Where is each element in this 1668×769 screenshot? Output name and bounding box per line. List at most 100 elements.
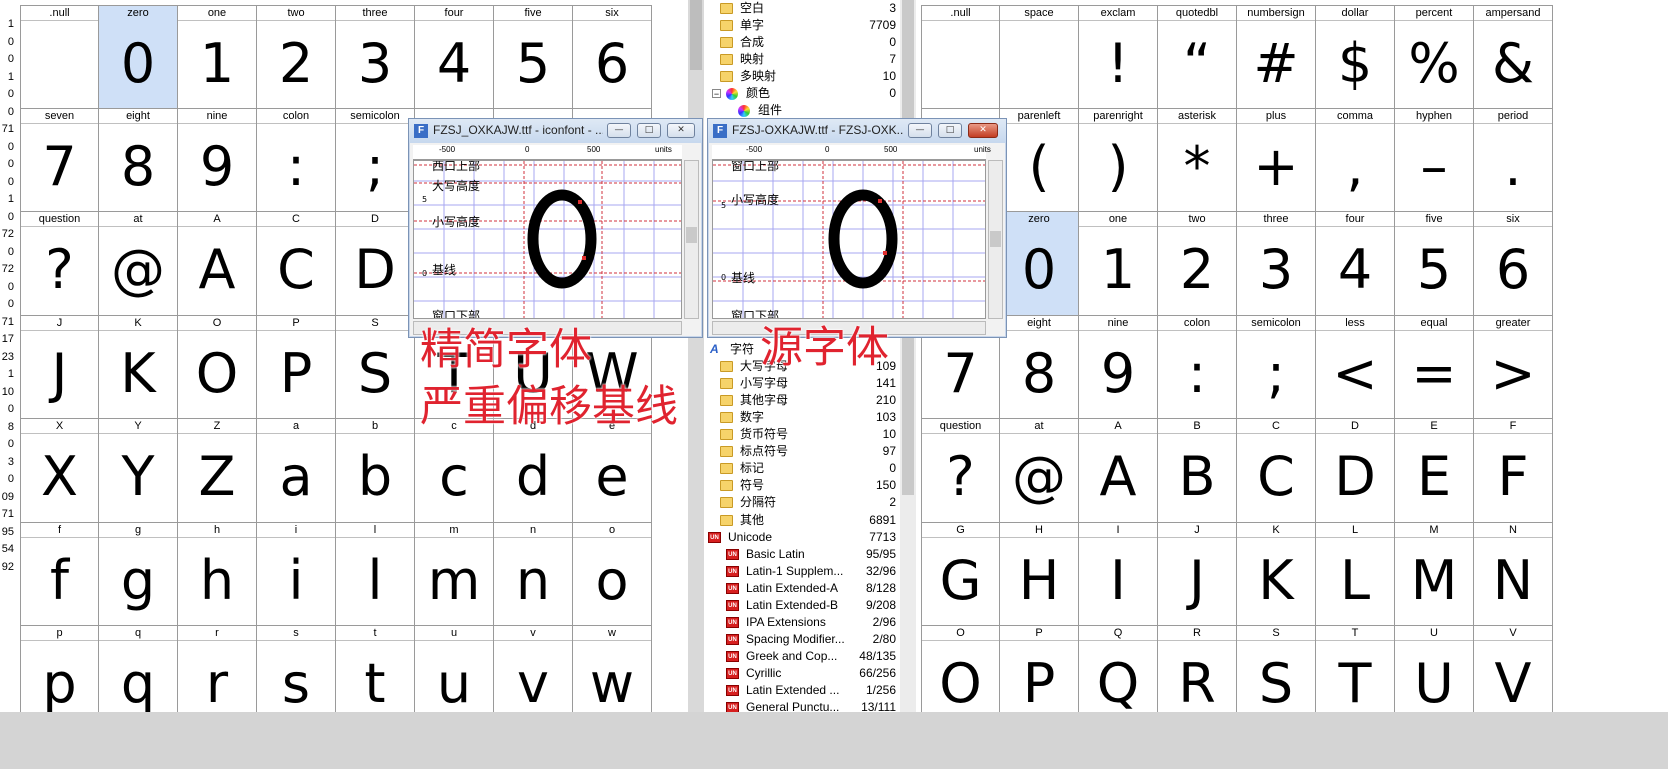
glyph-editor-window-source[interactable]: F FZSJ-OXKAJW.ttf - FZSJ-OXK... — □ ✕ -5…: [707, 118, 1007, 338]
tree-item[interactable]: UN Latin Extended ... 1/256: [706, 682, 902, 699]
glyph-cell[interactable]: semicolon;: [1237, 315, 1316, 419]
glyph-cell[interactable]: bb: [336, 419, 415, 523]
close-button[interactable]: ✕: [667, 123, 695, 138]
tree-item[interactable]: 标点符号 97: [706, 443, 902, 460]
window-titlebar[interactable]: F FZSJ-OXKAJW.ttf - FZSJ-OXK... — □ ✕: [708, 119, 1006, 143]
glyph-cell[interactable]: gg: [99, 522, 178, 626]
glyph-cell[interactable]: oo: [573, 522, 652, 626]
glyph-cell[interactable]: nine 9: [178, 108, 257, 212]
tree-scrollbar[interactable]: [900, 0, 916, 712]
glyph-cell[interactable]: equal =: [1395, 315, 1474, 419]
tree-item[interactable]: 空白 3: [706, 0, 902, 17]
glyph-cell[interactable]: colon:: [1158, 315, 1237, 419]
glyph-cell[interactable]: three 3: [336, 5, 415, 109]
scrollbar-thumb[interactable]: [686, 227, 697, 243]
glyph-cell[interactable]: ff: [20, 522, 99, 626]
glyph-cell[interactable]: parenright): [1079, 108, 1158, 212]
glyph-cell[interactable]: BB: [1158, 419, 1237, 523]
glyph-cell[interactable]: II: [1079, 522, 1158, 626]
glyph-cell[interactable]: one 1: [1079, 212, 1158, 316]
glyph-cell[interactable]: KK: [1237, 522, 1316, 626]
glyph-cell[interactable]: XX: [20, 419, 99, 523]
tree-item[interactable]: 映射 7: [706, 51, 902, 68]
vertical-scrollbar[interactable]: [684, 160, 699, 319]
glyph-cell[interactable]: GG: [921, 522, 1000, 626]
minimize-button[interactable]: —: [908, 123, 932, 138]
glyph-cell[interactable]: at @: [99, 212, 178, 316]
tree-item[interactable]: UN Spacing Modifier... 2/80: [706, 631, 902, 648]
glyph-cell[interactable]: nine 9: [1079, 315, 1158, 419]
glyph-cell[interactable]: plus +: [1237, 108, 1316, 212]
glyph-cell[interactable]: mm: [415, 522, 494, 626]
glyph-cell[interactable]: ii: [257, 522, 336, 626]
glyph-cell[interactable]: comma,: [1316, 108, 1395, 212]
glyph-cell[interactable]: six 6: [1474, 212, 1553, 316]
glyph-cell[interactable]: ll: [336, 522, 415, 626]
glyph-cell[interactable]: at @: [1000, 419, 1079, 523]
glyph-cell[interactable]: HH: [1000, 522, 1079, 626]
vertical-scrollbar[interactable]: [988, 160, 1003, 319]
maximize-button[interactable]: □: [938, 123, 962, 138]
tree-item[interactable]: 货币符号 10: [706, 426, 902, 443]
tree-item[interactable]: 其他 6891: [706, 512, 902, 529]
glyph-cell[interactable]: FF: [1474, 419, 1553, 523]
glyph-cell[interactable]: four 4: [1316, 212, 1395, 316]
glyph-cell[interactable]: MM: [1395, 522, 1474, 626]
tree-item[interactable]: UN Latin Extended-B 9/208: [706, 597, 902, 614]
glyph-cell[interactable]: two 2: [257, 5, 336, 109]
glyph-cell[interactable]: DD: [1316, 419, 1395, 523]
glyph-cell[interactable]: space: [1000, 5, 1079, 109]
glyph-cell[interactable]: percent%: [1395, 5, 1474, 109]
glyph-cell[interactable]: JJ: [1158, 522, 1237, 626]
collapse-toggle-icon[interactable]: −: [712, 89, 721, 99]
glyph-cell[interactable]: hyphen –: [1395, 108, 1474, 212]
glyph-cell[interactable]: cc: [415, 419, 494, 523]
glyph-cell[interactable]: aa: [257, 419, 336, 523]
glyph-cell[interactable]: dollar $: [1316, 5, 1395, 109]
tree-item[interactable]: 符号 150: [706, 477, 902, 494]
glyph-cell[interactable]: LL: [1316, 522, 1395, 626]
glyph-cell[interactable]: DD: [336, 212, 415, 316]
glyph-edit-canvas[interactable]: 西口上部 大写高度 小写高度 基线 窗口下部 5 0: [413, 160, 682, 319]
glyph-cell[interactable]: PP: [257, 315, 336, 419]
glyph-cell[interactable]: JJ: [20, 315, 99, 419]
glyph-cell[interactable]: eight 8: [1000, 315, 1079, 419]
tree-item[interactable]: UN IPA Extensions 2/96: [706, 614, 902, 631]
glyph-cell[interactable]: zero 0: [99, 5, 178, 109]
glyph-cell[interactable]: less <: [1316, 315, 1395, 419]
tree-item[interactable]: 组件: [706, 102, 902, 119]
tree-item[interactable]: 单字 7709: [706, 17, 902, 34]
glyph-cell[interactable]: EE: [1395, 419, 1474, 523]
tree-item[interactable]: 数字 103: [706, 409, 902, 426]
glyph-cell[interactable]: hh: [178, 522, 257, 626]
close-button[interactable]: ✕: [968, 123, 998, 138]
minimize-button[interactable]: —: [607, 123, 631, 138]
glyph-cell[interactable]: period.: [1474, 108, 1553, 212]
tree-item[interactable]: 其他字母 210: [706, 392, 902, 409]
glyph-cell[interactable]: exclam!: [1079, 5, 1158, 109]
glyph-cell[interactable]: semicolon;: [336, 108, 415, 212]
glyph-cell[interactable]: numbersign #: [1237, 5, 1316, 109]
glyph-cell[interactable]: dd: [494, 419, 573, 523]
glyph-cell[interactable]: three 3: [1237, 212, 1316, 316]
window-titlebar[interactable]: F FZSJ_OXKAJW.ttf - iconfont - ... — □ ✕: [409, 119, 702, 143]
tree-item[interactable]: UN Basic Latin 95/95: [706, 546, 902, 563]
glyph-cell[interactable]: NN: [1474, 522, 1553, 626]
glyph-edit-canvas[interactable]: 窗口上部 小写高度 基线 窗口下部 5 0: [712, 160, 986, 319]
glyph-cell[interactable]: seven 7: [20, 108, 99, 212]
glyph-cell[interactable]: question?: [20, 212, 99, 316]
tree-item[interactable]: 合成 0: [706, 34, 902, 51]
glyph-cell[interactable]: CC: [1237, 419, 1316, 523]
tree-item[interactable]: UN Cyrillic 66/256: [706, 665, 902, 682]
glyph-cell[interactable]: AA: [1079, 419, 1158, 523]
glyph-cell[interactable]: AA: [178, 212, 257, 316]
glyph-cell[interactable]: .null: [20, 5, 99, 109]
glyph-cell[interactable]: parenleft (: [1000, 108, 1079, 212]
glyph-cell[interactable]: one 1: [178, 5, 257, 109]
glyph-cell[interactable]: two 2: [1158, 212, 1237, 316]
glyph-cell[interactable]: asterisk *: [1158, 108, 1237, 212]
glyph-cell[interactable]: greater >: [1474, 315, 1553, 419]
scrollbar-thumb[interactable]: [690, 0, 702, 70]
glyph-cell[interactable]: ampersand &: [1474, 5, 1553, 109]
glyph-cell[interactable]: five 5: [1395, 212, 1474, 316]
